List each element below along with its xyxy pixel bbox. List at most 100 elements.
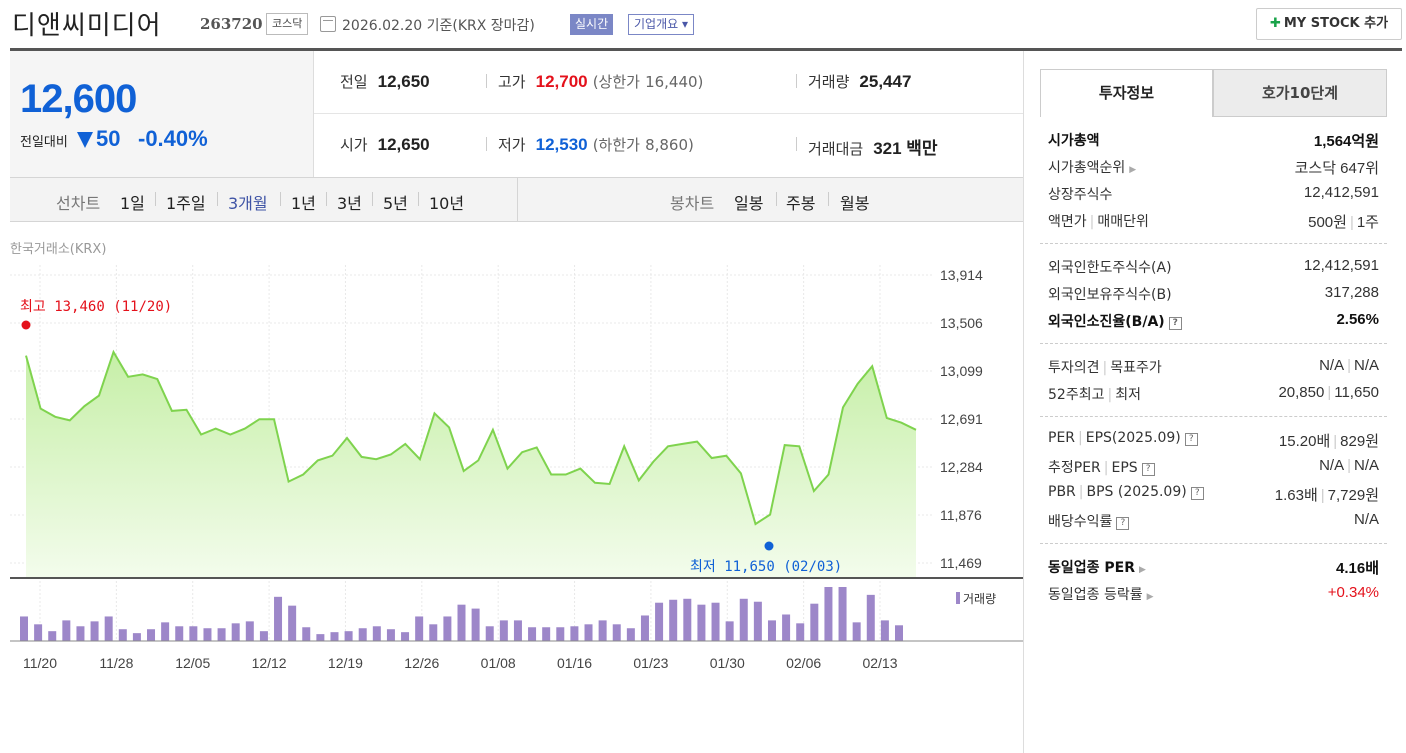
stat-low: 저가 12,530 (하한가 8,860) (498, 134, 694, 155)
volume-bar (147, 629, 156, 641)
volume-bar (697, 604, 706, 641)
info-row: 투자의견 | 목표주가 N/A | N/A (1048, 354, 1379, 381)
tab-order-book[interactable]: 호가10단계 (1213, 69, 1387, 117)
stat-prev-close: 전일 12,650 (340, 71, 430, 92)
volume-bar (739, 598, 748, 641)
help-icon[interactable]: ? (1141, 463, 1155, 476)
volume-bar (457, 604, 466, 641)
w52-label: 52주최고 | 최저 (1048, 387, 1141, 403)
market-cap-label: 시가총액 (1048, 133, 1100, 149)
info-group-industry: 동일업종 PER ▶ 4.16배 동일업종 등락률 ▶ +0.34% (1040, 544, 1387, 616)
period-3m[interactable]: 3개월 (228, 190, 268, 214)
volume-bar (711, 602, 720, 641)
foreign-hold-label: 외국인보유주식수(B) (1048, 287, 1172, 303)
high-value: 12,700 (535, 72, 588, 91)
amount-value: 321 백만 (873, 139, 938, 158)
volume-bar (76, 626, 85, 641)
separator (796, 74, 797, 88)
market-badge: 코스닥 (266, 13, 309, 35)
help-icon[interactable]: ? (1184, 433, 1198, 446)
add-my-stock-button[interactable]: ✚ MY STOCK 추가 (1256, 8, 1402, 40)
stock-name: 디앤씨미디어 (12, 11, 162, 41)
open-value: 12,650 (377, 135, 430, 154)
volume-bar (669, 599, 678, 641)
info-row: 시가총액순위 ▶ 코스닥 647위 (1048, 154, 1379, 181)
x-tick-label: 02/06 (786, 655, 821, 671)
industry-change-label[interactable]: 동일업종 등락률 ▶ (1048, 584, 1154, 604)
volume-bar (415, 616, 424, 641)
foreign-limit-label: 외국인한도주식수(A) (1048, 260, 1172, 276)
volume-label: 거래량 (808, 73, 850, 91)
volume-bar (852, 622, 861, 641)
volume-bar (161, 622, 170, 641)
tab-investment-info[interactable]: 투자정보 (1040, 69, 1213, 117)
calendar-icon (320, 16, 336, 32)
info-row: 추정PER | EPS? N/A | N/A (1048, 454, 1379, 481)
industry-change-value: +0.34% (1327, 584, 1379, 601)
period-3y[interactable]: 3년 (337, 190, 362, 214)
investment-info-panel: 투자정보 호가10단계 시가총액 1,564억원 시가총액순위 ▶ 코스닥 647위 … (1023, 51, 1406, 753)
current-price: 12,600 (20, 77, 137, 121)
volume-bar (626, 628, 635, 641)
separator (828, 192, 829, 206)
arrow-right-icon: ▶ (1139, 565, 1146, 575)
help-icon[interactable]: ? (1168, 317, 1182, 330)
separator (280, 192, 281, 206)
y-tick-label: 11,469 (940, 555, 982, 571)
stats-row-2: 시가 12,650 저가 12,530 (하한가 8,860) 거래대금 321 백만 (314, 114, 1024, 177)
period-1y[interactable]: 1년 (291, 190, 316, 214)
volume-bar (725, 621, 734, 641)
change-label: 전일대비 (20, 135, 68, 150)
industry-per-label[interactable]: 동일업종 PER ▶ (1048, 557, 1146, 577)
volume-value: 25,447 (859, 72, 912, 91)
info-row: PER | EPS(2025.09)? 15.20배 | 829원 (1048, 427, 1379, 454)
par-unit-label: 액면가 | 매매단위 (1048, 214, 1149, 230)
period-divider (517, 178, 518, 222)
volume-bar (598, 620, 607, 641)
cap-rank-value: 코스닥 647위 (1294, 160, 1379, 177)
info-row: 외국인한도주식수(A) 12,412,591 (1048, 254, 1379, 281)
company-overview-dropdown[interactable]: 기업개요 ▾ (628, 14, 694, 35)
price-change: 50 (96, 126, 121, 151)
cap-rank-label[interactable]: 시가총액순위 ▶ (1048, 157, 1136, 177)
candle-daily[interactable]: 일봉 (734, 190, 763, 214)
volume-legend: 거래량 (963, 592, 996, 606)
volume-legend-swatch (956, 592, 960, 604)
info-row: 시가총액 1,564억원 (1048, 127, 1379, 154)
separator (486, 74, 487, 88)
volume-bar (20, 616, 28, 641)
period-1d[interactable]: 1일 (120, 190, 145, 214)
separator (776, 192, 777, 206)
volume-bar (175, 626, 184, 641)
help-icon[interactable]: ? (1190, 487, 1204, 500)
volume-bar (570, 626, 579, 641)
volume-bar (401, 632, 410, 641)
candle-weekly[interactable]: 주봉 (786, 190, 815, 214)
price-stats: 전일 12,650 고가 12,700 (상한가 16,440) 거래량 25,447… (314, 51, 1024, 177)
per-eps-value: 15.20배 | 829원 (1278, 433, 1379, 450)
opinion-value: N/A | N/A (1319, 357, 1379, 374)
y-tick-label: 11,876 (940, 507, 982, 523)
volume-bar (443, 616, 452, 641)
period-1w[interactable]: 1주일 (166, 190, 206, 214)
volume-bar (866, 594, 875, 641)
high-label: 고가 (498, 73, 526, 91)
prev-close-label: 전일 (340, 73, 368, 91)
help-icon[interactable]: ? (1116, 517, 1130, 530)
per-eps-label: PER | EPS(2025.09)? (1048, 430, 1198, 446)
volume-bar (513, 620, 522, 641)
volume-bar (231, 623, 240, 641)
volume-bar (542, 627, 551, 641)
separator (372, 192, 373, 206)
volume-bar (358, 628, 367, 641)
foreign-limit-value: 12,412,591 (1303, 257, 1379, 274)
down-triangle-icon (77, 132, 93, 148)
prev-close-value: 12,650 (377, 72, 430, 91)
realtime-button[interactable]: 실시간 (570, 14, 614, 35)
period-10y[interactable]: 10년 (429, 190, 464, 214)
candle-monthly[interactable]: 월봉 (840, 190, 869, 214)
period-5y[interactable]: 5년 (383, 190, 408, 214)
lower-limit-label: (하한가 (592, 136, 640, 154)
low-value: 12,530 (535, 135, 588, 154)
volume-bar (316, 634, 325, 641)
